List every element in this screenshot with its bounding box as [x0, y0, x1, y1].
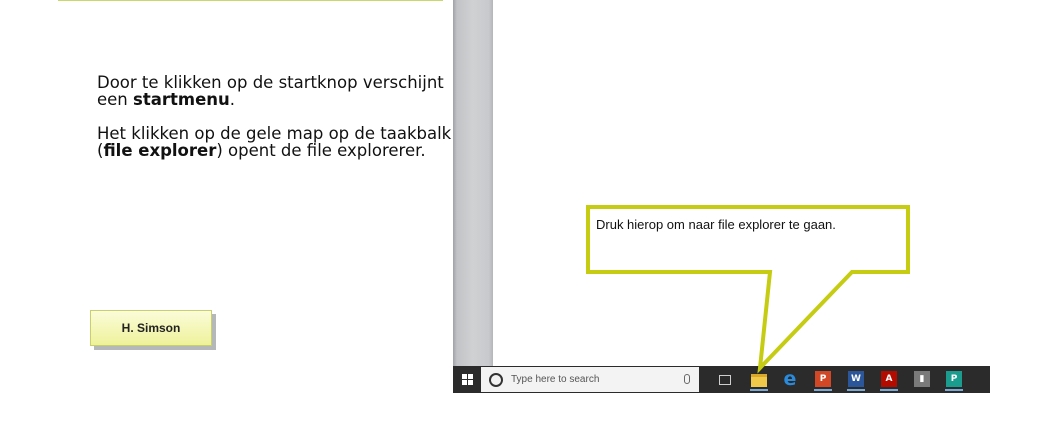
- callout-text: Druk hierop om naar file explorer te gaa…: [596, 217, 836, 232]
- callout-shape: [586, 205, 910, 374]
